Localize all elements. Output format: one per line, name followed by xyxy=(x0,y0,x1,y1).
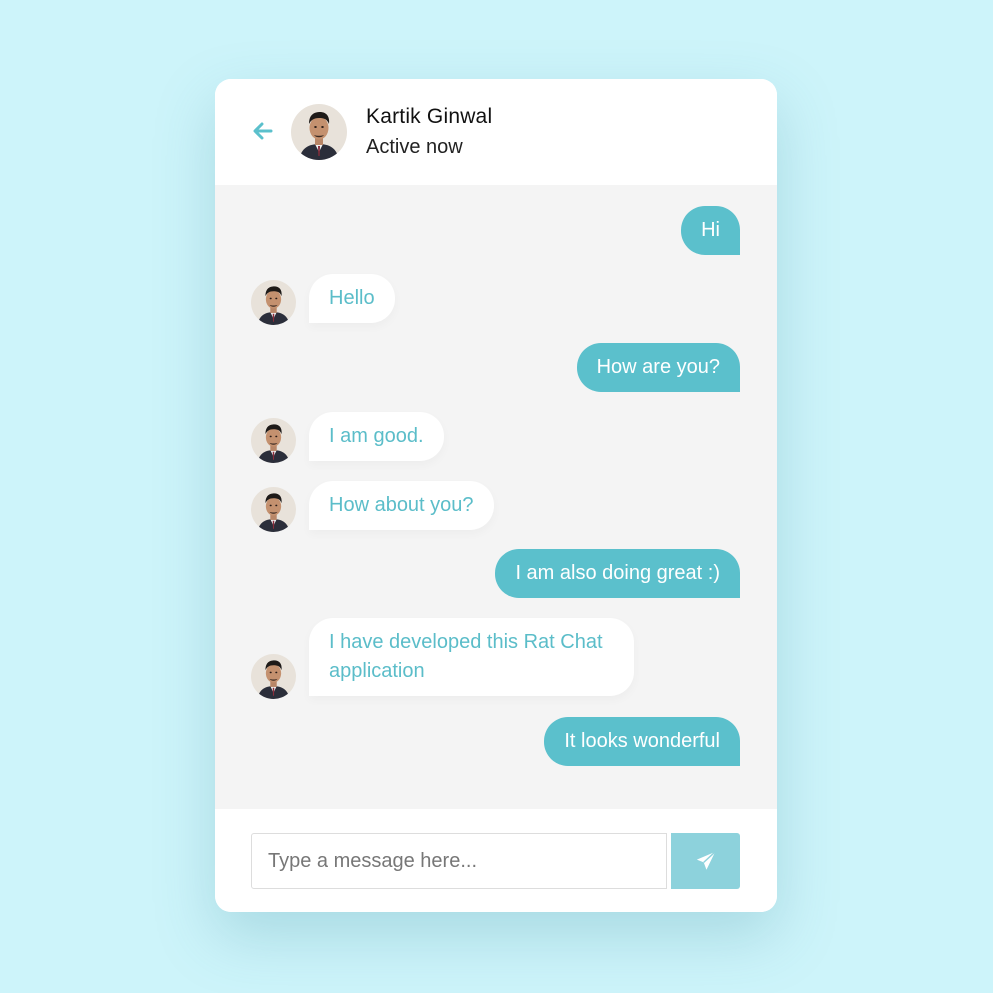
message-input[interactable] xyxy=(251,833,667,889)
paper-plane-icon xyxy=(696,851,716,870)
outgoing-message: I am also doing great :) xyxy=(495,549,740,598)
avatar xyxy=(291,104,347,160)
message-list: Hi Hello How are you? I am good. How abo… xyxy=(215,185,777,809)
arrow-left-icon[interactable] xyxy=(251,119,275,143)
outgoing-message: It looks wonderful xyxy=(544,717,740,766)
outgoing-message: How are you? xyxy=(576,343,740,392)
avatar xyxy=(251,358,296,403)
outgoing-message: Hi xyxy=(681,206,740,255)
message-composer xyxy=(215,809,777,912)
incoming-message: How about you? xyxy=(309,481,494,530)
send-button[interactable] xyxy=(671,833,740,889)
avatar xyxy=(251,654,296,699)
incoming-message: Hello xyxy=(309,274,395,323)
chat-header: Kartik Ginwal Active now xyxy=(215,79,777,185)
contact-name: Kartik Ginwal xyxy=(366,105,493,128)
contact-status: Active now xyxy=(366,136,463,158)
avatar xyxy=(251,487,296,532)
chat-window: Kartik Ginwal Active now Hi Hello How ar… xyxy=(215,79,777,912)
avatar xyxy=(251,418,296,463)
incoming-message: I have developed this Rat Chat applicati… xyxy=(309,618,634,696)
avatar xyxy=(251,280,296,325)
incoming-message: I am good. xyxy=(309,412,444,461)
